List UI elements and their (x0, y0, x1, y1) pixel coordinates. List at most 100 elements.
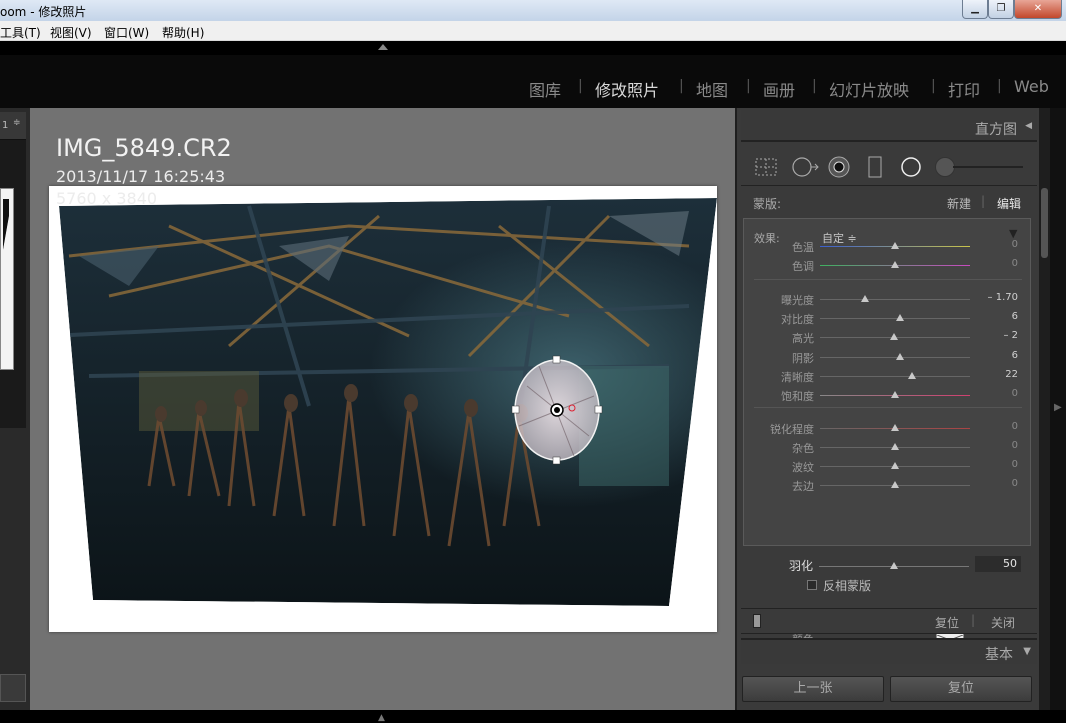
photo-image[interactable] (49, 186, 717, 632)
module-separator: | (679, 78, 684, 94)
previous-photo-button[interactable]: 上一张 (742, 676, 884, 702)
histogram-header[interactable]: 直方图 ◀ (741, 110, 1037, 142)
slider-value[interactable]: 0 (1012, 440, 1018, 451)
mask-handle-top[interactable] (552, 355, 561, 364)
radial-filter-icon[interactable] (899, 155, 923, 179)
module-slideshow[interactable]: 幻灯片放映 (829, 77, 909, 101)
menu-tools[interactable]: 工具(T) (0, 24, 41, 41)
slider-label: 饱和度 (781, 390, 814, 403)
slider-value[interactable]: 0 (1012, 388, 1018, 399)
basic-panel-title: 基本 (985, 647, 1013, 663)
slider-value[interactable]: 0 (1012, 478, 1018, 489)
slider-knob[interactable] (891, 261, 899, 268)
slider-knob[interactable] (891, 391, 899, 398)
zoom-stepper-icon[interactable]: ≑ (13, 118, 21, 128)
slider-knob[interactable] (891, 242, 899, 249)
module-web[interactable]: Web (1014, 77, 1049, 96)
module-book[interactable]: 画册 (763, 77, 795, 101)
navigator-zoom-control[interactable]: 1 ≑ (0, 112, 26, 140)
bottom-panel-toggle[interactable]: ▲ (0, 710, 1066, 723)
module-map[interactable]: 地图 (696, 77, 728, 101)
module-library[interactable]: 图库 (529, 77, 561, 101)
slider-knob[interactable] (891, 424, 899, 431)
slider-value[interactable]: 6 (1012, 350, 1018, 361)
mask-edit-button[interactable]: 编辑 (997, 195, 1021, 212)
module-separator: | (997, 78, 1002, 94)
slider-value[interactable]: 6 (1012, 311, 1018, 322)
panel-toggle-switch[interactable] (753, 614, 761, 628)
spot-removal-icon[interactable] (791, 156, 821, 178)
window-title: oom - 修改照片 (0, 5, 87, 19)
collapse-left-icon[interactable]: ◀ (1025, 121, 1032, 131)
adjustment-brush-icon[interactable] (935, 157, 955, 177)
slider-value[interactable]: 22 (1005, 369, 1018, 380)
image-canvas[interactable]: IMG_5849.CR2 2013/11/17 16:25:43 5760 x … (30, 108, 735, 710)
scrollbar-thumb[interactable] (1041, 188, 1048, 258)
slider-knob[interactable] (895, 314, 904, 321)
mask-handle-left[interactable] (511, 405, 520, 414)
mask-handle-bottom[interactable] (552, 456, 561, 465)
slider-value[interactable]: – 2 (1003, 330, 1018, 341)
slider-knob[interactable] (895, 353, 904, 360)
right-panel-toggle[interactable]: ▶ (1050, 108, 1066, 710)
slider-label: 高光 (792, 332, 814, 345)
image-capture-date: 2013/11/17 16:25:43 (56, 167, 226, 186)
minimize-button[interactable]: ▁ (962, 0, 988, 19)
slider-knob[interactable] (907, 372, 916, 379)
feather-slider-knob[interactable] (890, 562, 898, 569)
navigator-preview[interactable] (0, 140, 26, 428)
mask-footer: 复位 | 关闭 (741, 608, 1037, 634)
slider-knob[interactable] (891, 443, 899, 450)
section-divider (754, 279, 1022, 280)
module-develop[interactable]: 修改照片 (595, 77, 659, 101)
mask-reset-button[interactable]: 复位 (935, 614, 959, 631)
slider-track[interactable] (820, 299, 970, 300)
tool-strip (741, 148, 1037, 186)
triangle-right-icon: ▶ (1054, 402, 1062, 413)
close-window-button[interactable]: ✕ (1014, 0, 1062, 19)
top-panel-toggle[interactable] (0, 41, 1066, 55)
slider-knob[interactable] (889, 333, 898, 340)
slider-row: 阴影 6 (744, 348, 1032, 367)
mask-row: 蒙版: 新建 | 编辑 (741, 188, 1037, 214)
mask-handle-right[interactable] (594, 405, 603, 414)
slider-value[interactable]: 0 (1012, 459, 1018, 470)
slider-value[interactable]: – 1.70 (988, 292, 1018, 303)
basic-panel-header[interactable]: 基本 ▼ (741, 638, 1037, 664)
expand-basic-icon[interactable]: ▼ (1023, 646, 1031, 657)
module-separator: | (578, 78, 583, 94)
crop-overlay-icon[interactable] (755, 158, 777, 176)
feather-value[interactable]: 50 (975, 556, 1021, 572)
maximize-button[interactable]: ❐ (988, 0, 1014, 19)
menu-help[interactable]: 帮助(H) (162, 24, 204, 41)
slider-value[interactable]: 0 (1012, 258, 1018, 269)
module-separator: | (812, 78, 817, 94)
graduated-filter-icon[interactable] (867, 155, 883, 179)
invert-mask-checkbox[interactable] (807, 580, 817, 590)
module-print[interactable]: 打印 (948, 77, 980, 101)
slider-row: 波纹 0 (744, 457, 1032, 476)
slider-label: 色调 (792, 260, 814, 273)
nav-buttons: 上一张 复位 (737, 674, 1041, 710)
left-panel-button[interactable] (0, 674, 26, 702)
slider-knob[interactable] (861, 295, 869, 302)
mask-center-dot (554, 407, 560, 413)
red-eye-icon[interactable] (827, 155, 851, 179)
brush-size-slider[interactable] (953, 166, 1023, 168)
slider-knob[interactable] (891, 462, 899, 469)
mask-close-button[interactable]: 关闭 (991, 614, 1015, 631)
right-panel-scrollbar[interactable] (1039, 108, 1050, 710)
module-picker: 图库 | 修改照片 | 地图 | 画册 | 幻灯片放映 | 打印 | Web (0, 55, 1066, 108)
mask-new-button[interactable]: 新建 (947, 195, 971, 212)
slider-row: 去边 0 (744, 476, 1032, 495)
slider-label: 对比度 (781, 313, 814, 326)
slider-value[interactable]: 0 (1012, 239, 1018, 250)
reset-all-button[interactable]: 复位 (890, 676, 1032, 702)
slider-row: 高光 – 2 (744, 328, 1032, 347)
slider-value[interactable]: 0 (1012, 421, 1018, 432)
effects-panel: 效果: 自定 ≑ ▼ 色温 0 色调 0 曝光度 – 1.70 对比度 6 高光 – 2 阴影 6 清晰… (743, 218, 1032, 646)
menu-view[interactable]: 视图(V) (50, 24, 92, 41)
slider-knob[interactable] (891, 481, 899, 488)
slider-track[interactable] (820, 376, 970, 377)
menu-window[interactable]: 窗口(W) (104, 24, 149, 41)
